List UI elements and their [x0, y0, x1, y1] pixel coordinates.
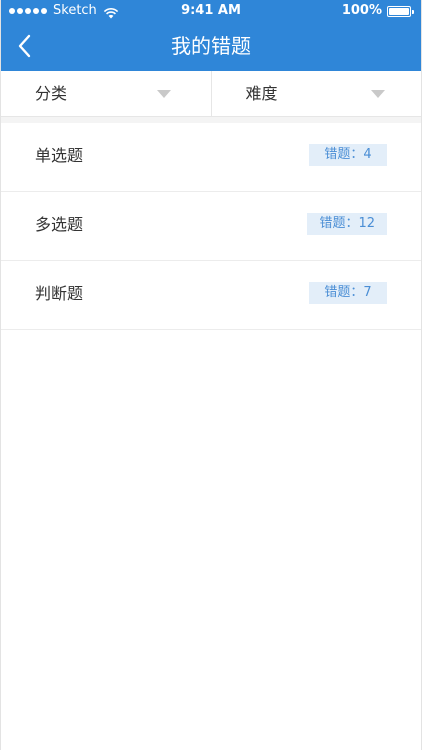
difficulty-filter-label: 难度 — [245, 84, 278, 103]
list-item-label: 判断题 — [35, 284, 84, 303]
list-item-label: 多选题 — [35, 215, 84, 234]
filter-bar: 分类 难度 — [1, 71, 421, 117]
battery-icon — [387, 6, 414, 17]
category-filter-dropdown[interactable]: 分类 — [1, 71, 211, 116]
mistake-count-badge: 错题：4 — [309, 144, 387, 166]
status-bar: Sketch 9:41 AM 100% — [1, 0, 421, 22]
mistake-count-badge: 错题：12 — [307, 213, 387, 235]
battery-percentage: 100% — [341, 3, 382, 18]
page-title: 我的错题 — [171, 34, 251, 58]
list-item-single-choice[interactable]: 单选题 错题：4 — [1, 123, 421, 192]
category-filter-label: 分类 — [35, 84, 68, 103]
question-type-list: 单选题 错题：4 多选题 错题：12 判断题 错题：7 — [1, 123, 421, 750]
difficulty-filter-dropdown[interactable]: 难度 — [210, 71, 422, 116]
list-item-label: 单选题 — [35, 146, 84, 165]
navigation-bar: 我的错题 — [1, 22, 421, 71]
list-item-true-false[interactable]: 判断题 错题：7 — [1, 261, 421, 330]
app-screen: Sketch 9:41 AM 100% 我的错题 分类 难度 单选题 错题：4 … — [0, 0, 422, 750]
header: Sketch 9:41 AM 100% 我的错题 — [1, 0, 421, 71]
caret-down-icon — [156, 90, 171, 98]
caret-down-icon — [371, 90, 385, 98]
status-right: 100% — [341, 0, 414, 22]
list-item-multiple-choice[interactable]: 多选题 错题：12 — [1, 192, 421, 261]
mistake-count-badge: 错题：7 — [309, 282, 387, 304]
